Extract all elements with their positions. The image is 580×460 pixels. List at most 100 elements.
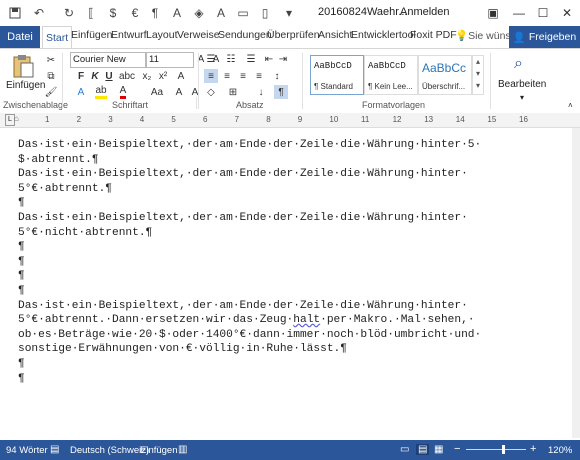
subscript-icon[interactable]: x₂ (140, 69, 154, 83)
paragraph[interactable]: ¶ (18, 284, 548, 299)
paragraph[interactable]: ¶ (18, 357, 548, 372)
text-effects-icon[interactable]: A (74, 85, 88, 99)
align-left-icon[interactable]: ≡ (204, 69, 218, 83)
text-color-icon[interactable]: A (212, 4, 230, 22)
paragraph-mark-icon[interactable]: ⟦ (82, 4, 100, 22)
paragraph[interactable]: ¶ (18, 372, 548, 387)
increase-indent-icon[interactable]: ⇥ (276, 52, 290, 66)
indent-marker[interactable]: ⌂ (14, 114, 22, 124)
dollar-icon[interactable]: $ (104, 4, 122, 22)
decrease-indent-icon[interactable]: ⇤ (262, 52, 276, 66)
zoom-level[interactable]: 120% (548, 445, 572, 456)
change-case-icon[interactable]: Aa (150, 85, 164, 99)
font-size-select[interactable]: 11 (146, 52, 194, 68)
paste-icon[interactable] (10, 53, 36, 79)
strikethrough-icon[interactable]: abc (119, 69, 135, 83)
show-marks-icon[interactable]: ¶ (274, 85, 288, 99)
save-icon[interactable] (6, 4, 24, 22)
web-layout-icon[interactable]: ▦ (434, 444, 443, 455)
grammar-flag[interactable]: halt (293, 314, 320, 326)
zoom-in-icon[interactable]: + (530, 443, 536, 455)
font-icon[interactable]: A (168, 4, 186, 22)
ruler[interactable]: L ⌂ 1 2 3 4 5 6 7 8 9 10 11 12 13 14 15 16 (0, 113, 580, 128)
line-spacing-icon[interactable]: ↕ (270, 69, 284, 83)
highlight-icon[interactable]: ab (94, 85, 108, 99)
font-name-select[interactable]: Courier New (70, 52, 146, 68)
italic-button[interactable]: K (88, 69, 102, 83)
close-icon[interactable]: ✕ (554, 0, 580, 26)
cut-icon[interactable]: ✂ (44, 53, 58, 67)
tab-einfuegen[interactable]: Einfügen (71, 29, 112, 41)
tab-start[interactable]: Start (42, 26, 73, 49)
zoom-slider-thumb[interactable] (502, 445, 505, 454)
clear-formatting-icon[interactable]: A (174, 69, 188, 83)
undo-icon[interactable]: ↶ (30, 4, 48, 22)
zoom-out-icon[interactable]: − (454, 443, 460, 455)
tell-me-box[interactable]: 💡Sie wüns (455, 29, 511, 42)
new-icon[interactable]: ▯ (256, 4, 274, 22)
tab-ueberpruefen[interactable]: Überprüfen (267, 29, 320, 41)
folder-icon[interactable]: ▭ (234, 4, 252, 22)
paragraph[interactable]: Das·ist·ein·Beispieltext,·der·am·Ende·de… (18, 299, 548, 357)
document-area[interactable]: Das·ist·ein·Beispieltext,·der·am·Ende·de… (0, 128, 572, 438)
paragraph[interactable]: Das·ist·ein·Beispieltext,·der·am·Ende·de… (18, 211, 548, 240)
tab-entwicklertool[interactable]: Entwicklertool (351, 29, 416, 41)
numbering-icon[interactable]: ☷ (224, 52, 238, 66)
language-status[interactable]: Deutsch (Schweiz) (70, 445, 149, 456)
style-kein-leerraum[interactable]: AaBbCcD ¶ Kein Lee... (364, 55, 418, 95)
paragraph[interactable]: ¶ (18, 269, 548, 284)
style-standard[interactable]: AaBbCcD ¶ Standard (310, 55, 364, 95)
print-layout-icon[interactable]: ▤ (416, 444, 430, 455)
underline-button[interactable]: U (102, 69, 116, 83)
paragraph[interactable]: ¶ (18, 196, 548, 211)
bullets-icon[interactable]: ☰ (204, 52, 218, 66)
paragraph[interactable]: Das·ist·ein·Beispieltext,·der·am·Ende·de… (18, 167, 548, 196)
tab-foxit-pdf[interactable]: Foxit PDF (410, 29, 457, 41)
justify-icon[interactable]: ≡ (252, 69, 266, 83)
search-icon[interactable]: ⌕ (514, 55, 534, 75)
shading-icon[interactable]: ◇ (204, 85, 218, 99)
tab-sendungen[interactable]: Sendungen (218, 29, 272, 41)
euro-icon[interactable]: € (126, 4, 144, 22)
macro-record-icon[interactable]: ▥ (178, 444, 187, 455)
chevron-down-icon[interactable]: ▾ (520, 93, 524, 102)
zoom-slider[interactable] (466, 449, 526, 450)
format-icon[interactable]: ¶ (146, 4, 164, 22)
proofing-icon[interactable]: ▤ (50, 444, 62, 455)
align-center-icon[interactable]: ≡ (220, 69, 234, 83)
redo-icon[interactable]: ↻ (60, 4, 78, 22)
paragraph[interactable]: ¶ (18, 255, 548, 270)
copy-icon[interactable]: ⧉ (44, 69, 58, 83)
maximize-icon[interactable]: ☐ (530, 0, 556, 26)
word-count[interactable]: 94 Wörter (6, 445, 48, 456)
paragraph[interactable]: ¶ (18, 240, 548, 255)
ribbon-options-icon[interactable]: ▣ (480, 0, 506, 26)
font-shrink2-icon[interactable]: A (188, 85, 202, 99)
document-body[interactable]: Das·ist·ein·Beispieltext,·der·am·Ende·de… (18, 138, 548, 386)
vertical-scrollbar[interactable] (572, 128, 580, 438)
signin-link[interactable]: Anmelden (400, 6, 450, 18)
read-mode-icon[interactable]: ▭ (400, 444, 409, 455)
paste-button[interactable]: Einfügen (6, 80, 45, 91)
tab-ansicht[interactable]: Ansicht (318, 29, 352, 41)
multilevel-list-icon[interactable]: ☰ (244, 52, 258, 66)
customize-qat-icon[interactable]: ▾ (280, 4, 298, 22)
tab-layout[interactable]: Layout (146, 29, 178, 41)
collapse-ribbon-icon[interactable]: ˄ (568, 101, 573, 110)
minimize-icon[interactable]: — (506, 0, 532, 26)
format-painter-icon[interactable]: 🖌 (44, 85, 58, 99)
font-grow2-icon[interactable]: A (172, 85, 186, 99)
borders-icon[interactable]: ⊞ (226, 85, 240, 99)
align-right-icon[interactable]: ≡ (236, 69, 250, 83)
font-color-icon[interactable]: A (116, 85, 130, 99)
bold-button[interactable]: F (74, 69, 88, 83)
share-button[interactable]: 👤 Freigeben (509, 26, 580, 48)
tab-entwurf[interactable]: Entwurf (111, 29, 147, 41)
tab-datei[interactable]: Datei (0, 26, 40, 48)
paragraph[interactable]: Das·ist·ein·Beispieltext,·der·am·Ende·de… (18, 138, 548, 167)
insert-mode-status[interactable]: Einfügen (140, 445, 178, 456)
style-ueberschrift[interactable]: AaBbCc Überschrif... (418, 55, 472, 95)
paint-icon[interactable]: ◈ (190, 4, 208, 22)
sort-icon[interactable]: ↓ (254, 85, 268, 99)
styles-scroll[interactable]: ▴ ▾ ▾ (472, 55, 484, 95)
